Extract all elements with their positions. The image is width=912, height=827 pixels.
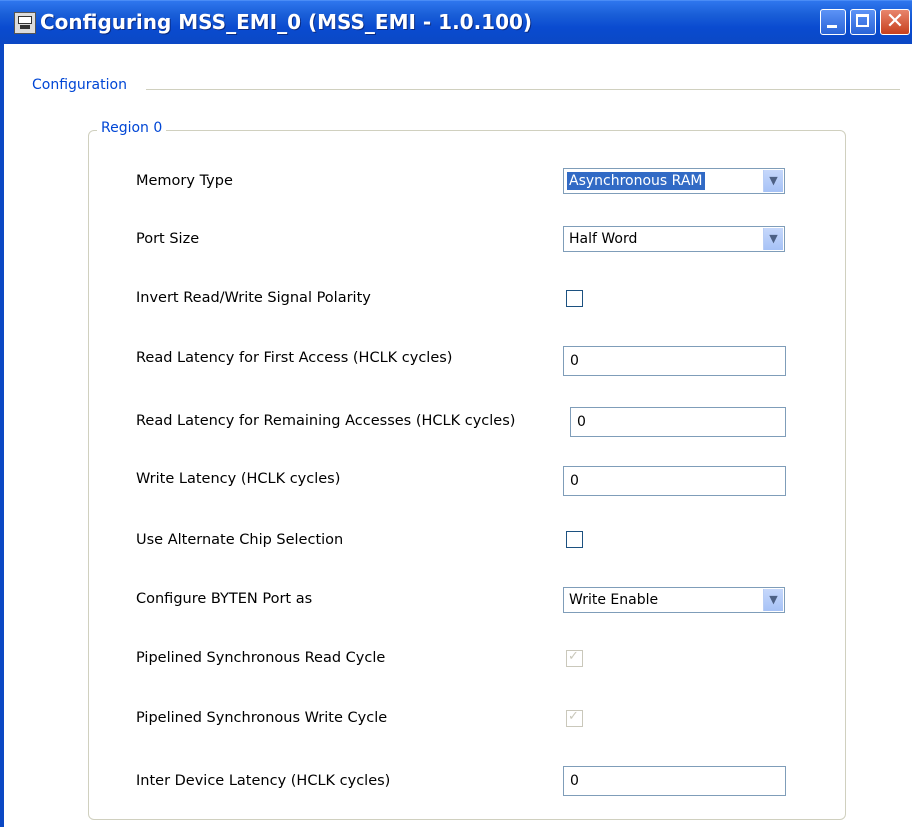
title-bar[interactable]: Configuring MSS_EMI_0 (MSS_EMI - 1.0.100… bbox=[0, 0, 912, 45]
chevron-down-icon[interactable]: ▼ bbox=[763, 228, 783, 250]
chevron-down-icon[interactable]: ▼ bbox=[763, 170, 783, 192]
alternate-chip-selection-label: Use Alternate Chip Selection bbox=[136, 532, 344, 548]
byten-port-label: Configure BYTEN Port as bbox=[136, 591, 313, 607]
invert-polarity-label: Invert Read/Write Signal Polarity bbox=[136, 290, 371, 306]
memory-type-select[interactable]: Asynchronous RAM ▼ bbox=[563, 168, 785, 194]
checkmark-icon: ✓ bbox=[568, 709, 579, 724]
byten-port-select[interactable]: Write Enable ▼ bbox=[563, 587, 785, 613]
chevron-down-icon[interactable]: ▼ bbox=[763, 589, 783, 611]
write-latency-input[interactable]: 0 bbox=[563, 466, 786, 496]
configuration-divider bbox=[146, 89, 900, 90]
pipelined-write-checkbox[interactable]: ✓ bbox=[566, 709, 583, 727]
read-latency-remaining-input[interactable]: 0 bbox=[570, 407, 786, 437]
port-size-value: Half Word bbox=[569, 231, 638, 247]
maximize-icon bbox=[856, 14, 869, 27]
alternate-chip-selection-checkbox[interactable] bbox=[566, 531, 583, 548]
read-latency-first-input[interactable]: 0 bbox=[563, 346, 786, 376]
minimize-icon bbox=[827, 25, 837, 28]
minimize-button[interactable] bbox=[820, 9, 846, 35]
pipelined-write-label: Pipelined Synchronous Write Cycle bbox=[136, 710, 388, 726]
memory-type-value: Asynchronous RAM bbox=[567, 172, 705, 190]
checkmark-icon: ✓ bbox=[568, 649, 579, 664]
configuration-group-label: Configuration bbox=[32, 77, 131, 93]
pipelined-read-label: Pipelined Synchronous Read Cycle bbox=[136, 650, 386, 666]
maximize-button[interactable] bbox=[850, 9, 876, 35]
close-icon: ✕ bbox=[885, 9, 905, 34]
byten-port-value: Write Enable bbox=[569, 592, 659, 608]
read-latency-first-label: Read Latency for First Access (HCLK cycl… bbox=[136, 350, 453, 366]
port-size-label: Port Size bbox=[136, 231, 200, 247]
window-title: Configuring MSS_EMI_0 (MSS_EMI - 1.0.100… bbox=[40, 10, 533, 34]
close-button[interactable]: ✕ bbox=[880, 9, 910, 35]
port-size-select[interactable]: Half Word ▼ bbox=[563, 226, 785, 252]
write-latency-label: Write Latency (HCLK cycles) bbox=[136, 471, 341, 487]
pipelined-read-checkbox[interactable]: ✓ bbox=[566, 649, 583, 667]
region-0-label: Region 0 bbox=[97, 120, 167, 136]
memory-type-label: Memory Type bbox=[136, 173, 233, 189]
inter-device-latency-input[interactable]: 0 bbox=[563, 766, 786, 796]
invert-polarity-checkbox[interactable] bbox=[566, 290, 583, 307]
inter-device-latency-label: Inter Device Latency (HCLK cycles) bbox=[136, 773, 391, 789]
app-icon bbox=[14, 12, 36, 34]
read-latency-remaining-label: Read Latency for Remaining Accesses (HCL… bbox=[136, 413, 516, 429]
